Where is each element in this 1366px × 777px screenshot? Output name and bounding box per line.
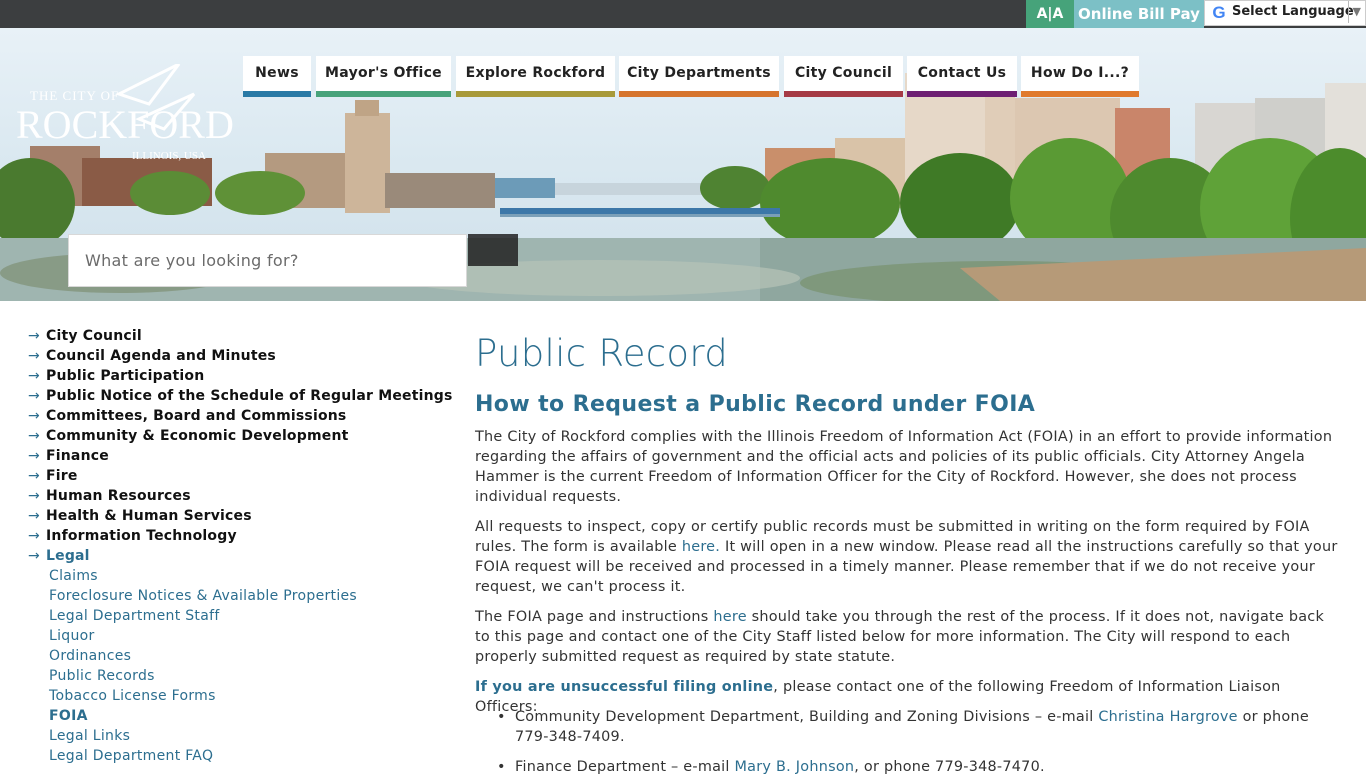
sidebar-item-label: Information Technology bbox=[46, 528, 237, 544]
nav-city-departments[interactable]: City Departments bbox=[619, 56, 779, 97]
section-heading: How to Request a Public Record under FOI… bbox=[475, 392, 1036, 417]
sidebar-item-fire[interactable]: → Fire bbox=[28, 468, 78, 488]
sidebar-item-community-development[interactable]: → Community & Economic Development bbox=[28, 428, 349, 448]
request-paragraph: All requests to inspect, copy or certify… bbox=[475, 517, 1343, 597]
arrow-right-icon: → bbox=[28, 488, 40, 504]
nav-city-council-label: City Council bbox=[794, 65, 893, 81]
sidebar-item-label: Committees, Board and Commissions bbox=[46, 408, 347, 424]
list-item: • Finance Department – e-mail Mary B. Jo… bbox=[497, 757, 1345, 777]
nav-contact-us-color-bar bbox=[907, 91, 1017, 97]
online-bill-pay-button[interactable]: Online Bill Pay bbox=[1074, 0, 1204, 28]
nav-news-color-bar bbox=[243, 91, 311, 97]
sidebar-item-label: Health & Human Services bbox=[46, 508, 252, 524]
nav-explore-rockford-color-bar bbox=[456, 91, 615, 97]
city-of-rockford-logo[interactable]: THE CITY OF ROCKFORD ILLINOIS, USA bbox=[14, 64, 234, 164]
foia-page-link[interactable]: here bbox=[713, 609, 746, 625]
bullet-dot: • bbox=[497, 709, 506, 725]
nav-news-label: News bbox=[255, 65, 299, 81]
liaison-2-text: Finance Department – e-mail bbox=[515, 759, 735, 775]
nav-news[interactable]: News bbox=[243, 56, 311, 97]
nav-explore-rockford[interactable]: Explore Rockford bbox=[456, 56, 615, 97]
sidebar-item-label: Public Participation bbox=[46, 368, 205, 384]
christina-hargrove-email-link[interactable]: Christina Hargrove bbox=[1098, 709, 1237, 725]
arrow-right-icon: → bbox=[28, 508, 40, 524]
arrow-right-icon: → bbox=[28, 388, 40, 404]
arrow-right-icon: → bbox=[28, 468, 40, 484]
sidebar-subitem-foia[interactable]: FOIA bbox=[49, 708, 88, 728]
sidebar-subitem-legal-faq[interactable]: Legal Department FAQ bbox=[49, 748, 213, 768]
sidebar-item-label: Finance bbox=[46, 448, 109, 464]
sidebar-item-human-resources[interactable]: → Human Resources bbox=[28, 488, 191, 508]
arrow-right-icon: → bbox=[28, 448, 40, 464]
sidebar-item-label: City Council bbox=[46, 328, 142, 344]
sidebar-item-label: Council Agenda and Minutes bbox=[46, 348, 276, 364]
nav-how-do-i[interactable]: How Do I...? bbox=[1021, 56, 1139, 97]
nav-contact-us[interactable]: Contact Us bbox=[907, 56, 1017, 97]
sidebar-item-label: Community & Economic Development bbox=[46, 428, 349, 444]
sidebar-subitem-claims[interactable]: Claims bbox=[49, 568, 98, 588]
liaison-2-phone: , or phone 779-348-7470. bbox=[854, 759, 1045, 775]
page-title: Public Record bbox=[475, 332, 728, 375]
mary-johnson-email-link[interactable]: Mary B. Johnson bbox=[735, 759, 855, 775]
arrow-right-icon: → bbox=[28, 368, 40, 384]
nav-how-do-i-color-bar bbox=[1021, 91, 1139, 97]
intro-paragraph: The City of Rockford complies with the I… bbox=[475, 429, 1333, 505]
sidebar-item-information-technology[interactable]: → Information Technology bbox=[28, 528, 237, 548]
arrow-right-icon: → bbox=[28, 348, 40, 364]
arrow-right-icon: → bbox=[28, 528, 40, 544]
google-g-icon: G bbox=[1212, 3, 1226, 22]
nav-mayors-office-label: Mayor's Office bbox=[325, 65, 442, 81]
arrow-right-icon: → bbox=[28, 408, 40, 424]
nav-mayors-office[interactable]: Mayor's Office bbox=[316, 56, 451, 97]
sidebar-item-city-council[interactable]: → City Council bbox=[28, 328, 142, 348]
chevron-down-icon: ▼ bbox=[1347, 1, 1361, 23]
text-size-button[interactable]: A|A bbox=[1026, 0, 1074, 28]
sidebar-subitem-legal-staff[interactable]: Legal Department Staff bbox=[49, 608, 220, 628]
instructions-text-1: The FOIA page and instructions bbox=[475, 609, 714, 625]
sidebar-item-health-human-services[interactable]: → Health & Human Services bbox=[28, 508, 252, 528]
logo-line-3: ILLINOIS, USA bbox=[132, 150, 206, 162]
search-input[interactable]: What are you looking for? bbox=[68, 234, 467, 287]
sidebar-item-public-notice[interactable]: → Public Notice of the Schedule of Regula… bbox=[28, 388, 453, 408]
list-item: • Community Development Department, Buil… bbox=[497, 707, 1345, 747]
nav-city-departments-color-bar bbox=[619, 91, 779, 97]
nav-city-departments-label: City Departments bbox=[627, 65, 771, 81]
sidebar-item-label: Legal bbox=[46, 548, 90, 564]
sidebar-subitem-public-records[interactable]: Public Records bbox=[49, 668, 155, 688]
nav-city-council[interactable]: City Council bbox=[784, 56, 903, 97]
unsuccessful-filing-link[interactable]: If you are unsuccessful filing online bbox=[475, 679, 773, 695]
sidebar-item-finance[interactable]: → Finance bbox=[28, 448, 109, 468]
liaison-1-text: Community Development Department, Buildi… bbox=[515, 709, 1099, 725]
foia-form-link[interactable]: here. bbox=[682, 539, 720, 555]
search-button[interactable] bbox=[468, 234, 518, 266]
sidebar-item-committees[interactable]: → Committees, Board and Commissions bbox=[28, 408, 346, 428]
sidebar-subitem-tobacco-license[interactable]: Tobacco License Forms bbox=[49, 688, 216, 708]
sidebar-subitem-legal-links[interactable]: Legal Links bbox=[49, 728, 130, 748]
sidebar-item-label: Human Resources bbox=[46, 488, 191, 504]
logo-line-2: ROCKFORD bbox=[16, 102, 234, 147]
sidebar-subitem-liquor[interactable]: Liquor bbox=[49, 628, 95, 648]
utility-bar: A|A Online Bill Pay G Select Language ▼ bbox=[0, 0, 1366, 28]
bullet-dot: • bbox=[497, 759, 506, 775]
arrow-right-icon: → bbox=[28, 328, 40, 344]
arrow-right-icon: → bbox=[28, 428, 40, 444]
nav-how-do-i-label: How Do I...? bbox=[1030, 65, 1130, 81]
language-select-label: Select Language bbox=[1232, 4, 1354, 19]
sidebar-subitem-ordinances[interactable]: Ordinances bbox=[49, 648, 131, 668]
sidebar-item-label: Public Notice of the Schedule of Regular… bbox=[46, 388, 453, 404]
sidebar-item-public-participation[interactable]: → Public Participation bbox=[28, 368, 204, 388]
sidebar-item-label: Fire bbox=[46, 468, 78, 484]
arrow-right-icon: → bbox=[28, 548, 40, 564]
sidebar-item-legal[interactable]: → Legal bbox=[28, 548, 90, 568]
sidebar-subitem-foreclosure-notices[interactable]: Foreclosure Notices & Available Properti… bbox=[49, 588, 357, 608]
nav-explore-rockford-label: Explore Rockford bbox=[465, 65, 606, 81]
instructions-paragraph: The FOIA page and instructions here shou… bbox=[475, 607, 1343, 667]
language-select[interactable]: G Select Language ▼ bbox=[1204, 0, 1366, 26]
nav-contact-us-label: Contact Us bbox=[917, 65, 1007, 81]
nav-city-council-color-bar bbox=[784, 91, 903, 97]
sidebar-item-council-agenda[interactable]: → Council Agenda and Minutes bbox=[28, 348, 276, 368]
nav-mayors-office-color-bar bbox=[316, 91, 451, 97]
